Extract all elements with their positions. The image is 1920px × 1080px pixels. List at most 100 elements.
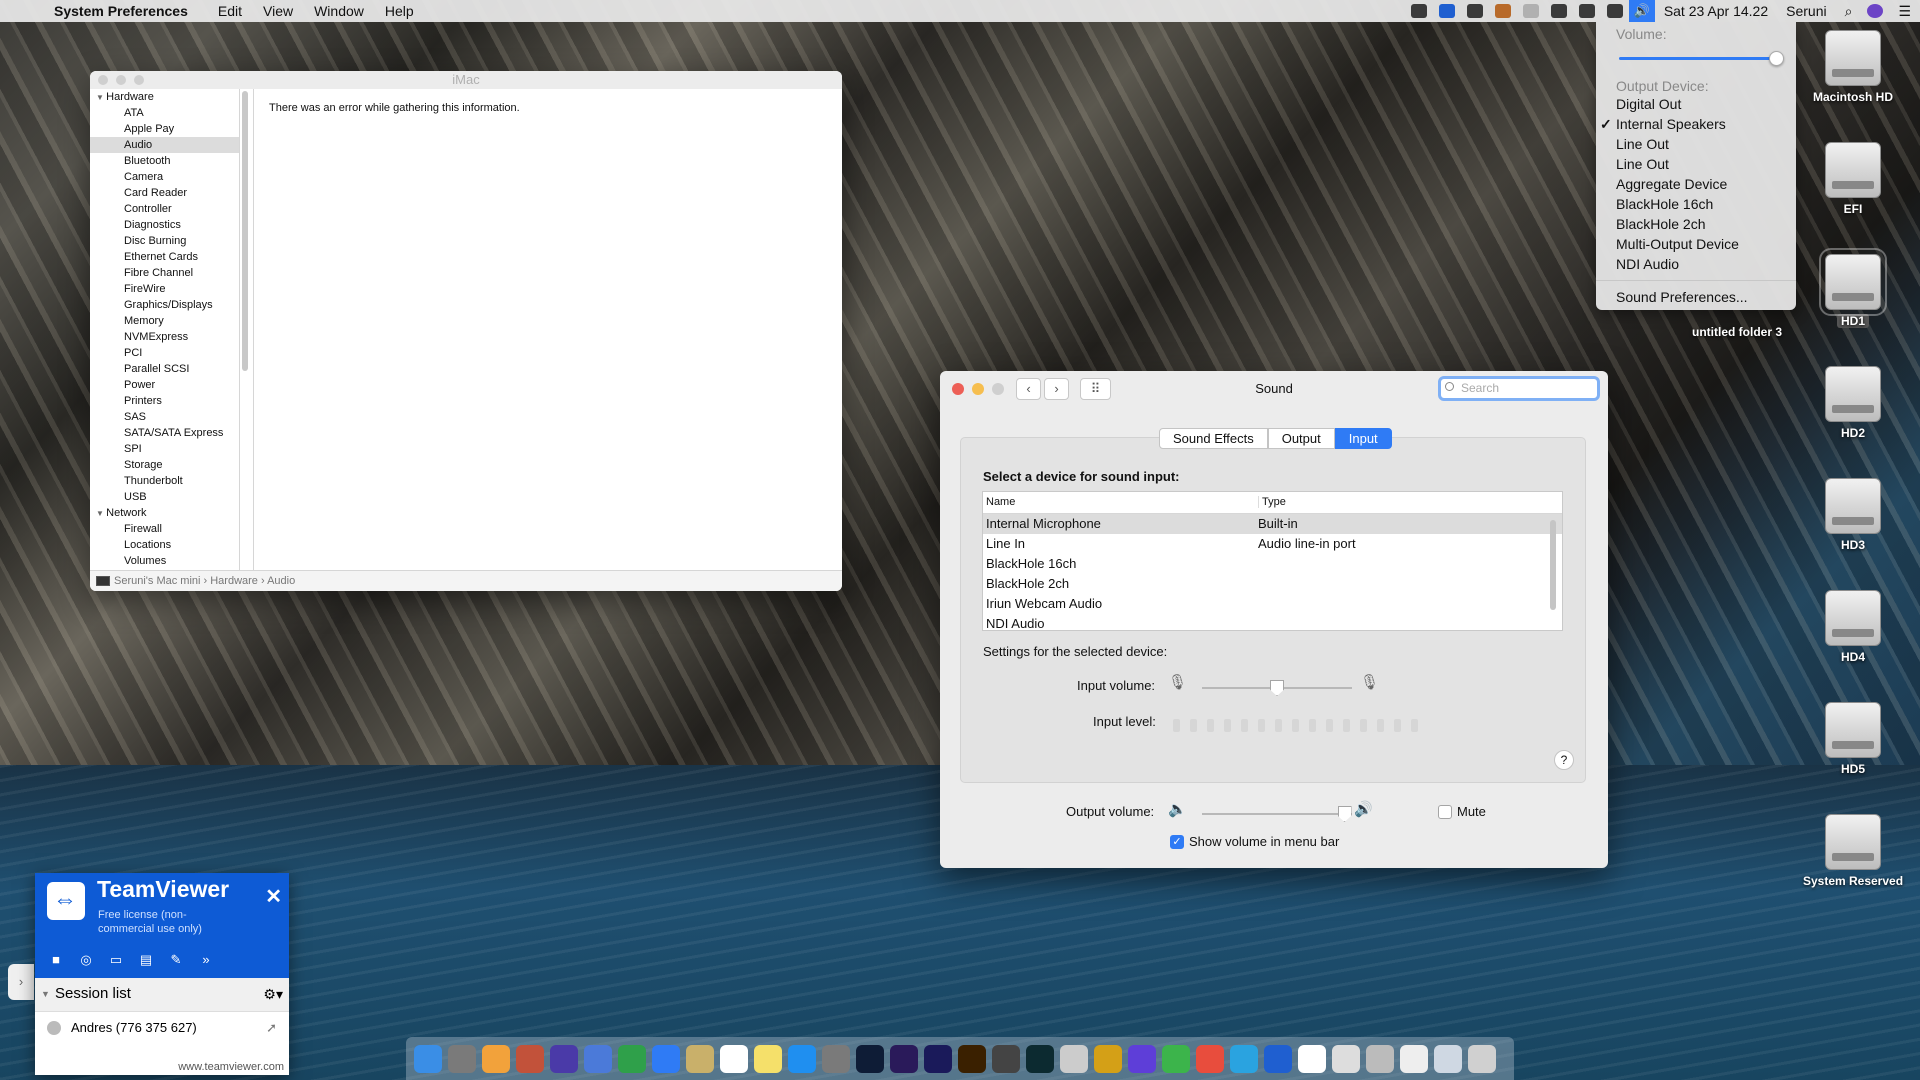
dock-app[interactable]: Pages: [482, 1044, 510, 1073]
dock-app[interactable]: Calendar: [720, 1044, 748, 1073]
drive-hd5[interactable]: HD5: [1793, 702, 1913, 776]
sidebar-item[interactable]: Locations: [90, 537, 239, 553]
spotlight-search-icon[interactable]: ⌕: [1845, 3, 1853, 20]
dock-app[interactable]: VPN: [1128, 1044, 1156, 1073]
dock-app[interactable]: Xcode: [584, 1044, 612, 1073]
table-scrollbar[interactable]: [1550, 520, 1556, 610]
table-row[interactable]: BlackHole 16ch: [983, 554, 1562, 574]
sidebar-group-network[interactable]: Network: [90, 505, 239, 521]
sidebar-item[interactable]: Card Reader: [90, 185, 239, 201]
sidebar-item[interactable]: Disc Burning: [90, 233, 239, 249]
sound-preferences-item[interactable]: Sound Preferences...: [1596, 287, 1796, 307]
menu-view[interactable]: View: [263, 3, 293, 19]
dock-app[interactable]: TeamViewer: [1264, 1044, 1292, 1073]
dock-app[interactable]: Pr: [890, 1044, 918, 1073]
video-icon[interactable]: ■: [47, 953, 65, 967]
output-volume-knob[interactable]: [1337, 806, 1352, 822]
session-user[interactable]: Andres (776 375 627) ➚: [35, 1012, 289, 1044]
sidebar-item[interactable]: Fibre Channel: [90, 265, 239, 281]
mute-checkbox[interactable]: [1438, 805, 1452, 819]
device-aggregate[interactable]: Aggregate Device: [1596, 174, 1796, 194]
zoom-button[interactable]: [134, 75, 144, 85]
dock-app[interactable]: Ae: [924, 1044, 952, 1073]
device-blackhole-16ch[interactable]: BlackHole 16ch: [1596, 194, 1796, 214]
clock[interactable]: Sat 23 Apr 14.22: [1664, 3, 1768, 19]
device-internal-speakers[interactable]: Internal Speakers: [1596, 114, 1796, 134]
tab-output[interactable]: Output: [1267, 428, 1335, 449]
activity-icon[interactable]: [1578, 4, 1595, 18]
device-ndi-audio[interactable]: NDI Audio: [1596, 254, 1796, 274]
dock-app[interactable]: System Preferences: [822, 1044, 850, 1073]
dock-app[interactable]: Telegram: [1230, 1044, 1258, 1073]
sidebar-item[interactable]: Graphics/Displays: [90, 297, 239, 313]
minimize-button[interactable]: [116, 75, 126, 85]
drive-efi[interactable]: EFI: [1793, 142, 1913, 216]
table-row[interactable]: Internal Microphone Built-in: [983, 514, 1562, 534]
output-volume-slider[interactable]: [1202, 813, 1352, 815]
dock-app[interactable]: Downloads: [1434, 1044, 1462, 1073]
close-icon[interactable]: ✕: [265, 884, 282, 909]
menu-window[interactable]: Window: [314, 3, 364, 19]
sidebar-item[interactable]: Controller: [90, 201, 239, 217]
more-icon[interactable]: »: [197, 953, 215, 967]
files-icon[interactable]: ▤: [137, 953, 155, 967]
menu-app-name[interactable]: System Preferences: [54, 3, 188, 19]
cloud-icon[interactable]: [1522, 4, 1539, 18]
teamviewer-url[interactable]: www.teamviewer.com: [178, 1061, 284, 1073]
window-titlebar[interactable]: ‹ › ⠿ Sound Search: [940, 371, 1608, 407]
drive-hd1[interactable]: HD1: [1793, 248, 1913, 328]
sidebar-item[interactable]: ATA: [90, 105, 239, 121]
column-name-header[interactable]: Name: [986, 496, 1015, 508]
dock-app[interactable]: Final Cut: [992, 1044, 1020, 1073]
control-icon[interactable]: [1606, 4, 1623, 18]
sidebar-item[interactable]: USB: [90, 489, 239, 505]
sidebar-item[interactable]: Camera: [90, 169, 239, 185]
cursor-icon[interactable]: [1550, 4, 1567, 18]
sidebar-item[interactable]: Audio: [90, 137, 239, 153]
dock-app[interactable]: Stickies: [754, 1044, 782, 1073]
dock-app[interactable]: Numbers: [618, 1044, 646, 1073]
gear-icon[interactable]: ⚙▾: [263, 978, 283, 1010]
table-row[interactable]: Iriun Webcam Audio: [983, 594, 1562, 614]
device-line-out-1[interactable]: Line Out: [1596, 134, 1796, 154]
dock-app[interactable]: Trash: [1468, 1044, 1496, 1073]
sidebar-group-hardware[interactable]: Hardware: [90, 89, 239, 105]
drive-hd2[interactable]: HD2: [1793, 366, 1913, 440]
headset-icon[interactable]: ◎: [77, 953, 95, 967]
sidebar-item[interactable]: NVMExpress: [90, 329, 239, 345]
menu-edit[interactable]: Edit: [218, 3, 242, 19]
drive-system-reserved[interactable]: System Reserved: [1793, 814, 1913, 888]
dock-app[interactable]: Au: [1026, 1044, 1054, 1073]
help-button[interactable]: ?: [1554, 750, 1574, 770]
dock-app[interactable]: Chrome Canary: [1094, 1044, 1122, 1073]
sidebar-item[interactable]: Diagnostics: [90, 217, 239, 233]
session-list-header[interactable]: Session list ⚙▾: [35, 978, 289, 1012]
window-titlebar[interactable]: iMac: [90, 71, 842, 89]
tab-sound-effects[interactable]: Sound Effects: [1159, 428, 1268, 449]
dock-app[interactable]: Docs: [1400, 1044, 1428, 1073]
table-row[interactable]: Line In Audio line-in port: [983, 534, 1562, 554]
tools-icon[interactable]: ✎: [167, 953, 185, 967]
teamviewer-expand-tab[interactable]: ›: [8, 964, 34, 1000]
sidebar-item[interactable]: FireWire: [90, 281, 239, 297]
weather-icon[interactable]: [1494, 4, 1511, 18]
column-type-header[interactable]: Type: [1258, 496, 1286, 508]
dock-app[interactable]: Finder: [414, 1044, 442, 1073]
volume-slider-knob[interactable]: [1769, 51, 1784, 66]
menu-help[interactable]: Help: [385, 3, 414, 19]
close-button[interactable]: [98, 75, 108, 85]
sidebar-item[interactable]: Printers: [90, 393, 239, 409]
device-multi-output[interactable]: Multi-Output Device: [1596, 234, 1796, 254]
sidebar-item[interactable]: SPI: [90, 441, 239, 457]
device-line-out-2[interactable]: Line Out: [1596, 154, 1796, 174]
connect-arrow-icon[interactable]: ➚: [266, 1012, 277, 1044]
dock-app[interactable]: Keynote: [550, 1044, 578, 1073]
volume-slider-track[interactable]: [1619, 57, 1779, 60]
dock-app[interactable]: App Store: [788, 1044, 816, 1073]
drive-macintosh-hd[interactable]: Macintosh HD: [1793, 30, 1913, 104]
dock-app[interactable]: Messages: [1162, 1044, 1190, 1073]
dock-app[interactable]: Ps: [856, 1044, 884, 1073]
dock-app[interactable]: Safari: [652, 1044, 680, 1073]
sidebar-item[interactable]: PCI: [90, 345, 239, 361]
volume-icon[interactable]: 🔊: [1628, 0, 1655, 22]
